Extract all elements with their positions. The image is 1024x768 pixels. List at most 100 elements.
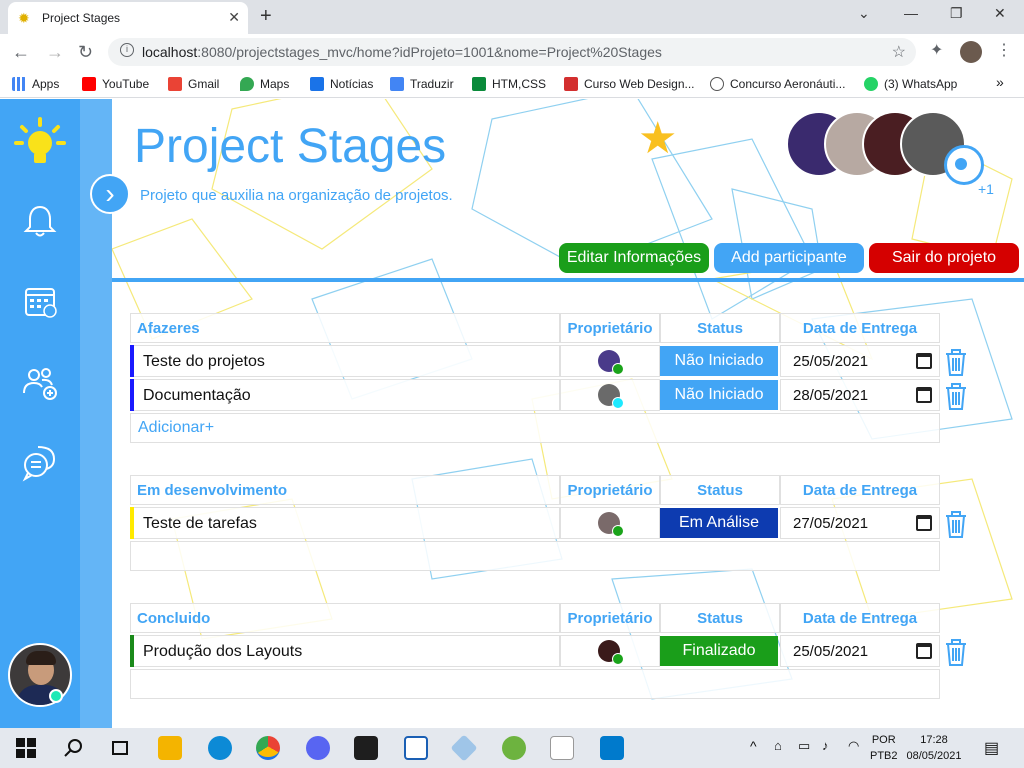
reload-icon[interactable]: ↻ <box>78 42 93 63</box>
url-field[interactable]: i localhost:8080/projectstages_mvc/home?… <box>108 38 916 66</box>
bookmark-concurso[interactable]: Concurso Aeronáuti... <box>710 77 845 91</box>
volume-icon[interactable]: ♪ <box>822 738 829 753</box>
status-badge[interactable]: Finalizado <box>660 636 778 666</box>
virtualbox-icon[interactable] <box>450 734 478 762</box>
expand-sidebar-button[interactable]: › <box>90 174 130 214</box>
section-header: Afazeres Proprietário Status Data de Ent… <box>130 313 940 343</box>
task-view-icon[interactable] <box>108 736 132 760</box>
participants-more-count: +1 <box>978 181 994 197</box>
minimize-icon[interactable]: — <box>904 5 918 21</box>
owner-status-dot <box>612 525 624 537</box>
wifi-icon[interactable]: ◠ <box>848 738 859 754</box>
bookmark-label: Gmail <box>188 77 220 91</box>
calendar-icon[interactable] <box>20 281 60 321</box>
browser-menu-icon[interactable]: ⋮ <box>996 40 1012 60</box>
keyboard-layout-label: PTB2 <box>870 750 898 762</box>
add-participant-button[interactable]: Add participante <box>714 243 864 273</box>
notifications-center-icon[interactable]: ▤ <box>984 738 999 758</box>
bookmark-htmcss[interactable]: HTM,CSS <box>472 77 546 91</box>
leave-project-button[interactable]: Sair do projeto <box>869 243 1019 273</box>
bookmark-whatsapp[interactable]: (3) WhatsApp <box>864 77 957 91</box>
task-row[interactable]: Documentação Não Iniciado 28/05/2021 <box>130 379 970 411</box>
w3-icon <box>472 77 486 91</box>
clock[interactable]: 17:28 08/05/2021 <box>904 734 964 762</box>
delete-trash-icon[interactable] <box>942 637 970 667</box>
favorite-star-icon[interactable]: ★ <box>638 117 677 161</box>
calendar-picker-icon[interactable] <box>916 515 932 531</box>
status-badge[interactable]: Não Iniciado <box>660 346 778 376</box>
app-area: › Project Stages Projeto que auxilia na … <box>0 99 1024 728</box>
close-tab-icon[interactable]: ✕ <box>228 9 240 26</box>
site-info-icon[interactable]: i <box>120 43 134 57</box>
file-explorer-icon[interactable] <box>158 736 182 760</box>
edge-icon[interactable] <box>208 736 232 760</box>
calendar-picker-icon[interactable] <box>916 353 932 369</box>
due-column-header: Data de Entrega <box>780 313 940 343</box>
delete-trash-icon[interactable] <box>942 381 970 411</box>
tab-search-icon[interactable]: ⌄ <box>858 5 870 22</box>
task-row[interactable]: Produção dos Layouts Finalizado 25/05/20… <box>130 635 970 667</box>
mysql-workbench-icon[interactable] <box>404 736 428 760</box>
add-task-row-empty[interactable] <box>130 669 940 699</box>
more-participants-icon[interactable] <box>944 145 984 185</box>
bookmarks-overflow[interactable]: » <box>996 74 1004 90</box>
bookmark-label: Traduzir <box>410 77 454 91</box>
section-title: Afazeres <box>130 313 560 343</box>
bookmark-apps[interactable]: Apps <box>12 77 59 91</box>
add-task-row-empty[interactable] <box>130 541 940 571</box>
bookmark-traduzir[interactable]: Traduzir <box>390 77 454 91</box>
udemy-icon <box>564 77 578 91</box>
add-participants-icon[interactable] <box>20 363 60 403</box>
forward-icon[interactable]: → <box>46 42 64 63</box>
network-icon[interactable]: ⌂ <box>774 738 782 753</box>
address-bar-row: ← → ↻ i localhost:8080/projectstages_mvc… <box>0 34 1024 70</box>
extensions-icon[interactable]: ✦ <box>930 40 943 60</box>
gmail-icon <box>168 77 182 91</box>
search-icon[interactable] <box>62 736 86 760</box>
chrome-icon[interactable] <box>256 736 280 760</box>
language-indicator[interactable]: POR PTB2 <box>870 734 898 762</box>
whatsapp-icon <box>864 77 878 91</box>
task-title[interactable]: Produção dos Layouts <box>130 635 560 667</box>
restore-icon[interactable]: ❐ <box>950 5 963 22</box>
vscode-icon[interactable] <box>600 736 624 760</box>
calendar-picker-icon[interactable] <box>916 643 932 659</box>
task-row[interactable]: Teste do projetos Não Iniciado 25/05/202… <box>130 345 970 377</box>
task-row[interactable]: Teste de tarefas Em Análise 27/05/2021 <box>130 507 970 539</box>
status-column-header: Status <box>660 313 780 343</box>
add-task-link[interactable]: Adicionar+ <box>130 413 940 443</box>
browser-tab[interactable]: ✹ Project Stages ✕ <box>8 2 248 34</box>
bookmark-maps[interactable]: Maps <box>240 77 289 91</box>
task-title[interactable]: Teste de tarefas <box>130 507 560 539</box>
bookmark-label: YouTube <box>102 77 150 91</box>
notifications-bell-icon[interactable] <box>20 201 60 241</box>
bookmark-noticias[interactable]: Notícias <box>310 77 373 91</box>
calendar-picker-icon[interactable] <box>916 387 932 403</box>
windows-start-icon[interactable] <box>14 736 38 760</box>
edit-info-button[interactable]: Editar Informações <box>559 243 709 273</box>
back-icon[interactable]: ← <box>12 42 30 63</box>
status-badge[interactable]: Em Análise <box>660 508 778 538</box>
bookmark-star-icon[interactable]: ☆ <box>892 42 906 62</box>
mysql-icon[interactable] <box>550 736 574 760</box>
due-column-header: Data de Entrega <box>780 603 940 633</box>
bookmark-curso-web[interactable]: Curso Web Design... <box>564 77 695 91</box>
task-title[interactable]: Documentação <box>130 379 560 411</box>
battery-icon[interactable]: ▭ <box>798 738 810 754</box>
spring-tools-icon[interactable] <box>502 736 526 760</box>
online-status-dot <box>49 689 63 703</box>
close-window-icon[interactable]: ✕ <box>994 5 1006 22</box>
browser-profile-avatar[interactable] <box>960 41 982 63</box>
bookmark-youtube[interactable]: YouTube <box>82 77 149 91</box>
bookmark-label: HTM,CSS <box>492 77 546 91</box>
status-badge[interactable]: Não Iniciado <box>660 380 778 410</box>
discord-icon[interactable] <box>306 736 330 760</box>
terminal-icon[interactable] <box>354 736 378 760</box>
chat-icon[interactable] <box>20 443 60 483</box>
delete-trash-icon[interactable] <box>942 509 970 539</box>
new-tab-icon[interactable]: + <box>260 5 272 28</box>
bookmark-gmail[interactable]: Gmail <box>168 77 219 91</box>
task-title[interactable]: Teste do projetos <box>130 345 560 377</box>
tray-chevron-icon[interactable]: ^ <box>750 738 757 754</box>
delete-trash-icon[interactable] <box>942 347 970 377</box>
